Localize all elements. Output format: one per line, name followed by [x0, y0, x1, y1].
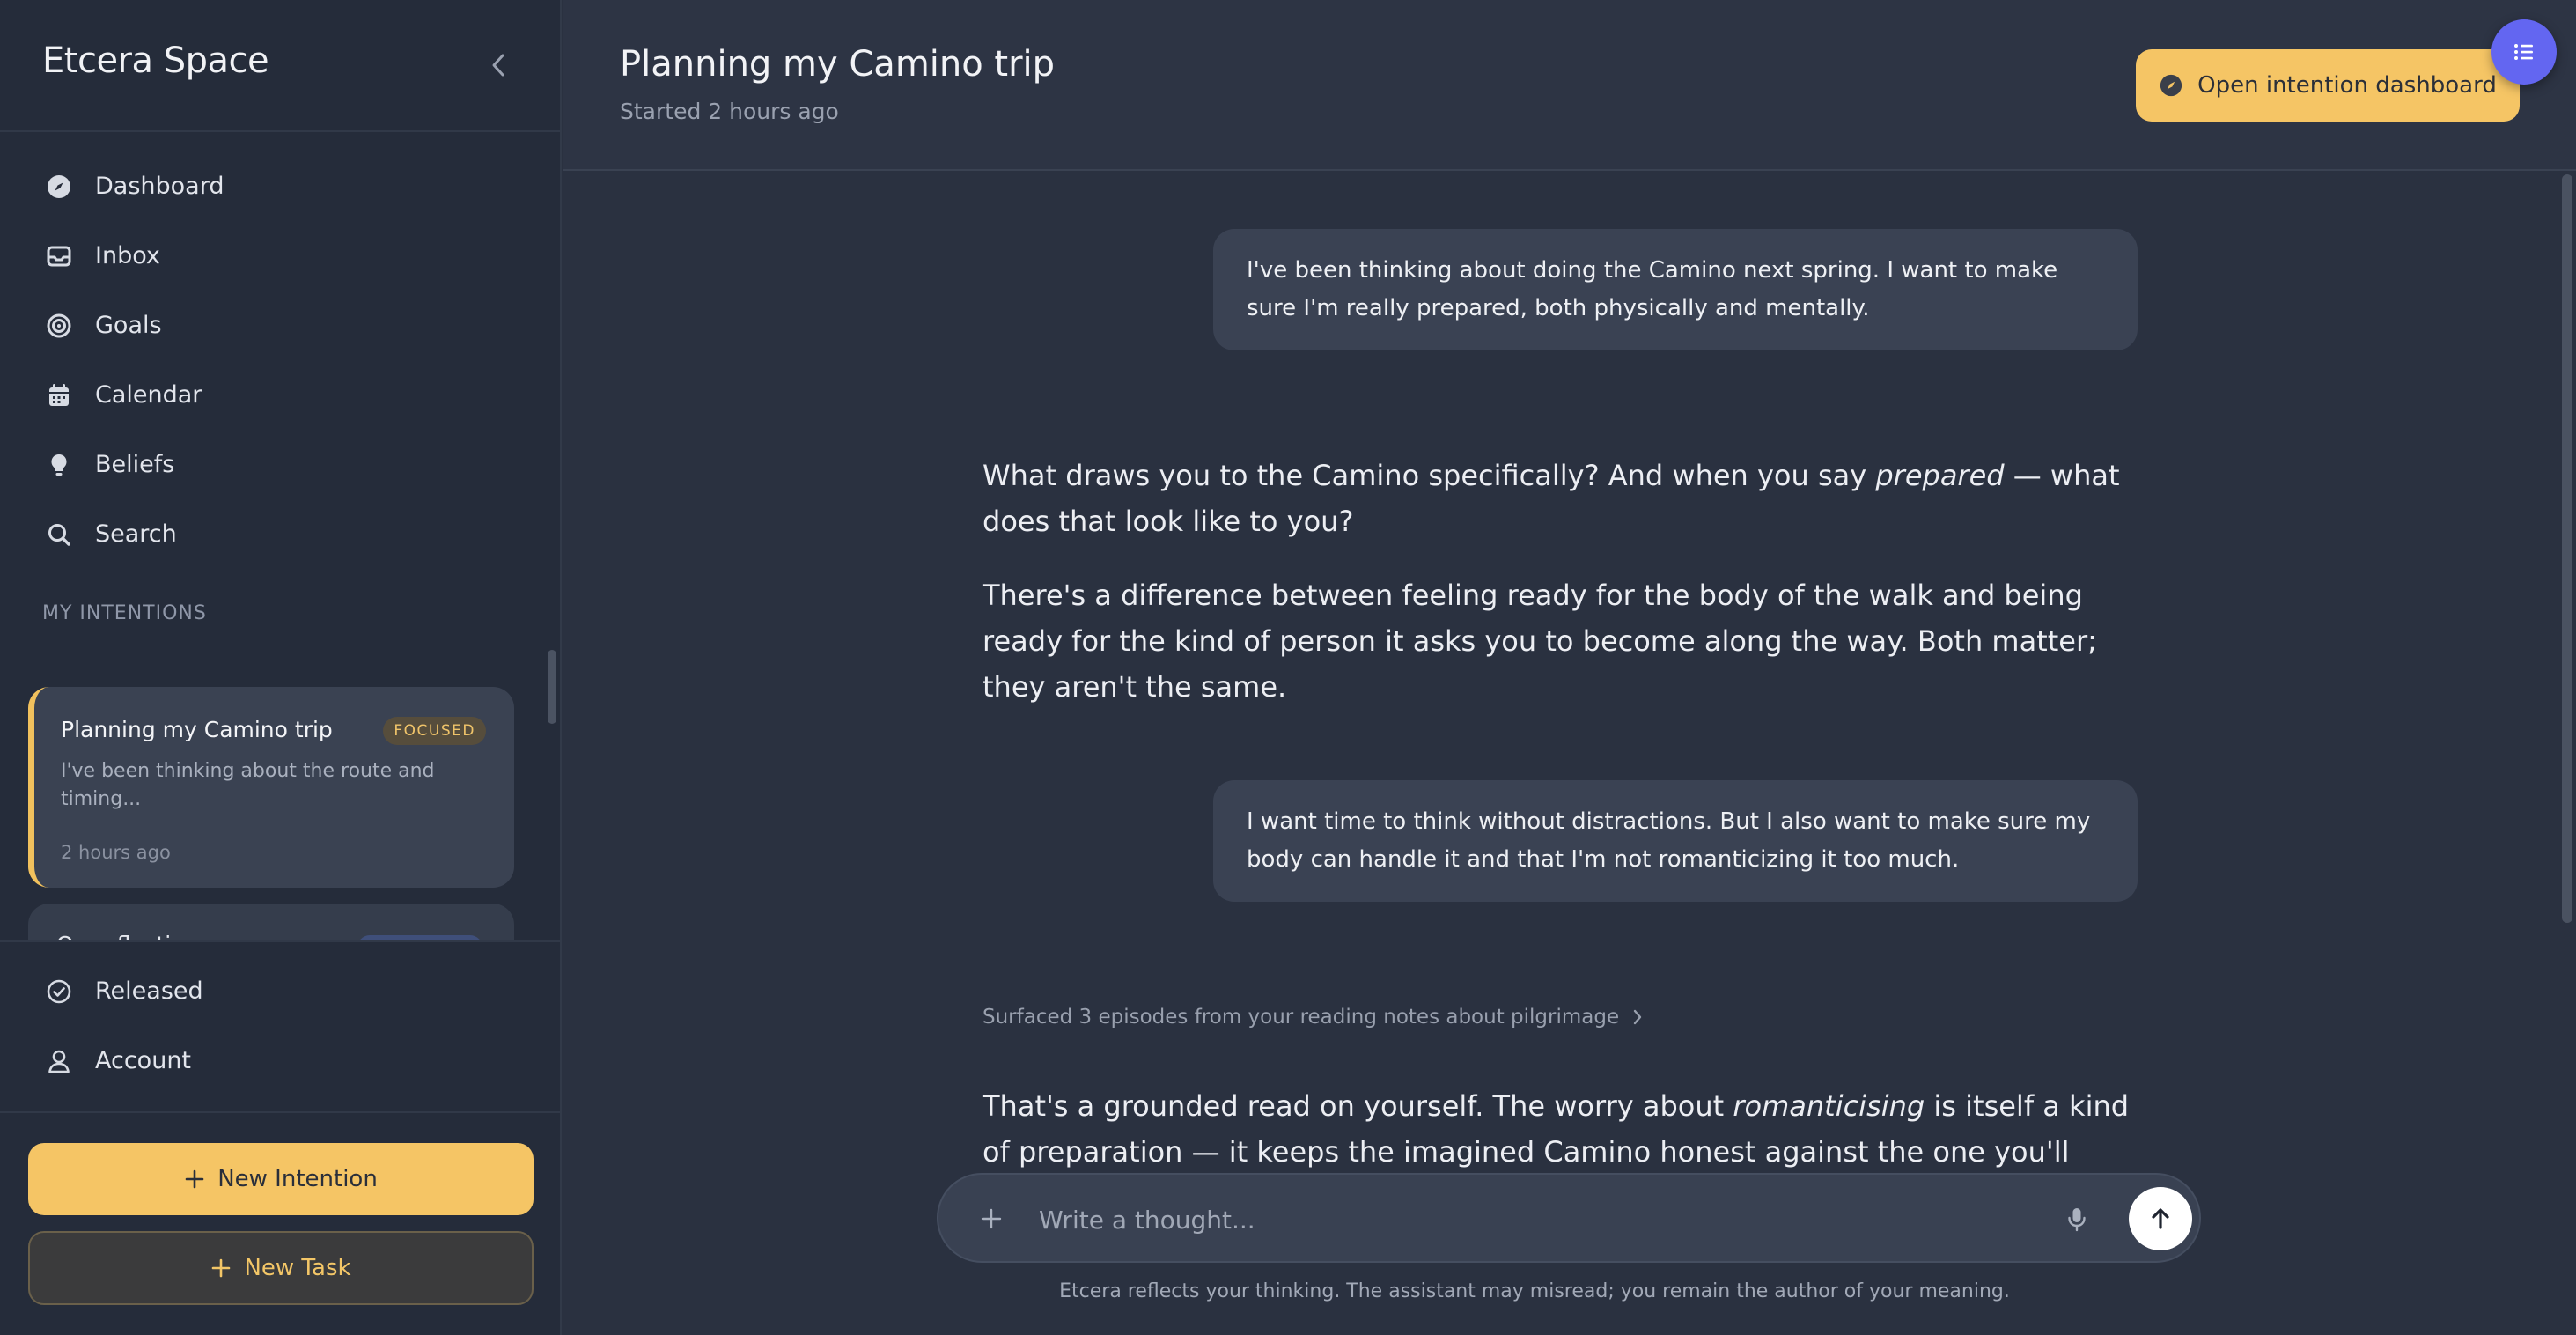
- plus-icon: [212, 1258, 231, 1278]
- assistant-paragraph: There's a difference between feeling rea…: [983, 579, 2097, 704]
- message-composer: [937, 1173, 2201, 1263]
- intentions-section-label: MY INTENTIONS: [42, 602, 207, 624]
- search-icon: [44, 520, 74, 549]
- plus-icon: [981, 1208, 1002, 1229]
- text-run: That's a grounded read on yourself. The …: [983, 1089, 1733, 1123]
- intention-card[interactable]: On reflection: [28, 904, 514, 940]
- thought-input[interactable]: [1039, 1196, 2007, 1243]
- new-intention-button[interactable]: New Intention: [28, 1143, 534, 1215]
- user-icon: [44, 1046, 74, 1076]
- emphasis: prepared: [1875, 459, 2005, 492]
- surfaced-label: Surfaced 3 episodes from your reading no…: [983, 1006, 1620, 1029]
- nav-label: Calendar: [95, 381, 202, 409]
- emphasis: romanticising: [1733, 1089, 1925, 1123]
- status-badge: FOCUSED: [383, 717, 486, 745]
- nav-item-search[interactable]: Search: [0, 499, 560, 569]
- nav-label: Inbox: [95, 242, 160, 269]
- nav-label: Account: [95, 1047, 192, 1074]
- nav-item-calendar[interactable]: Calendar: [0, 360, 560, 430]
- brand-row: Etcera Space: [0, 0, 560, 132]
- assistant-paragraph: That's a grounded read on yourself. The …: [983, 1083, 2141, 1171]
- nav-item-account[interactable]: Account: [0, 1026, 560, 1095]
- plus-icon: [185, 1169, 204, 1189]
- intention-title: On reflection: [56, 932, 198, 940]
- voice-input-button[interactable]: [2062, 1205, 2092, 1235]
- outline-toggle-button[interactable]: [2491, 19, 2557, 85]
- nav-label: Goals: [95, 312, 162, 339]
- send-button[interactable]: [2129, 1187, 2192, 1250]
- new-intention-label: New Intention: [217, 1166, 378, 1192]
- nav-item-inbox[interactable]: Inbox: [0, 221, 560, 291]
- user-message: I've been thinking about doing the Camin…: [1213, 229, 2138, 350]
- compass-icon: [44, 172, 74, 202]
- sidebar: Etcera Space Dashboard Inbox Goals Calen…: [0, 0, 562, 1335]
- chevron-right-icon: [1633, 1009, 1642, 1025]
- surfaced-episodes-link[interactable]: Surfaced 3 episodes from your reading no…: [983, 1006, 1644, 1029]
- lightbulb-icon: [44, 450, 74, 480]
- assistant-paragraph: What draws you to the Camino specificall…: [983, 453, 2141, 544]
- chat-thread[interactable]: I've been thinking about doing the Camin…: [563, 173, 2576, 1171]
- page-title: Planning my Camino trip: [620, 44, 1056, 85]
- intention-title: Planning my Camino trip: [61, 717, 333, 742]
- nav-item-dashboard[interactable]: Dashboard: [0, 151, 560, 221]
- brand-name: Etcera Space: [42, 41, 269, 81]
- assistant-message: That's a grounded read on yourself. The …: [983, 1083, 2141, 1171]
- microphone-icon: [2068, 1208, 2086, 1232]
- page-subtitle: Started 2 hours ago: [620, 99, 839, 124]
- intentions-list[interactable]: Planning my Camino trip FOCUSED I've bee…: [0, 652, 560, 940]
- compass-icon: [2160, 74, 2182, 97]
- check-circle-icon: [44, 977, 74, 1007]
- chat-scrollbar[interactable]: [2562, 174, 2572, 923]
- nav-item-beliefs[interactable]: Beliefs: [0, 430, 560, 499]
- attach-button[interactable]: [975, 1203, 1007, 1235]
- conversation-header: Planning my Camino trip Started 2 hours …: [563, 0, 2576, 171]
- nav-item-goals[interactable]: Goals: [0, 291, 560, 360]
- new-task-label: New Task: [244, 1255, 351, 1281]
- nav-item-released[interactable]: Released: [0, 956, 560, 1026]
- chevron-left-icon: [492, 54, 504, 77]
- inbox-icon: [44, 241, 74, 271]
- collapse-sidebar-button[interactable]: [482, 49, 514, 81]
- open-intention-dashboard-button[interactable]: Open intention dashboard: [2136, 49, 2520, 122]
- arrow-up-icon: [2152, 1208, 2169, 1229]
- nav-label: Released: [95, 977, 203, 1005]
- nav-label: Beliefs: [95, 451, 175, 478]
- calendar-icon: [44, 380, 74, 410]
- dashboard-button-label: Open intention dashboard: [2197, 72, 2497, 99]
- new-task-button[interactable]: New Task: [28, 1231, 534, 1305]
- text-run: What draws you to the Camino specificall…: [983, 459, 1876, 492]
- main-nav: Dashboard Inbox Goals Calendar Beliefs S…: [0, 151, 560, 569]
- assistant-message: What draws you to the Camino specificall…: [983, 453, 2141, 710]
- intention-timestamp: 2 hours ago: [61, 842, 171, 863]
- intention-card-active[interactable]: Planning my Camino trip FOCUSED I've bee…: [28, 687, 514, 888]
- target-icon: [44, 311, 74, 341]
- intention-excerpt: I've been thinking about the route and t…: [61, 760, 435, 810]
- user-message: I want time to think without distraction…: [1213, 780, 2138, 902]
- nav-label: Dashboard: [95, 173, 224, 200]
- sidebar-scrollbar[interactable]: [548, 650, 556, 724]
- disclaimer-text: Etcera reflects your thinking. The assis…: [1059, 1280, 2010, 1302]
- nav-label: Search: [95, 520, 177, 548]
- list-icon: [2514, 44, 2533, 60]
- bottom-nav: Released Account: [0, 940, 560, 1113]
